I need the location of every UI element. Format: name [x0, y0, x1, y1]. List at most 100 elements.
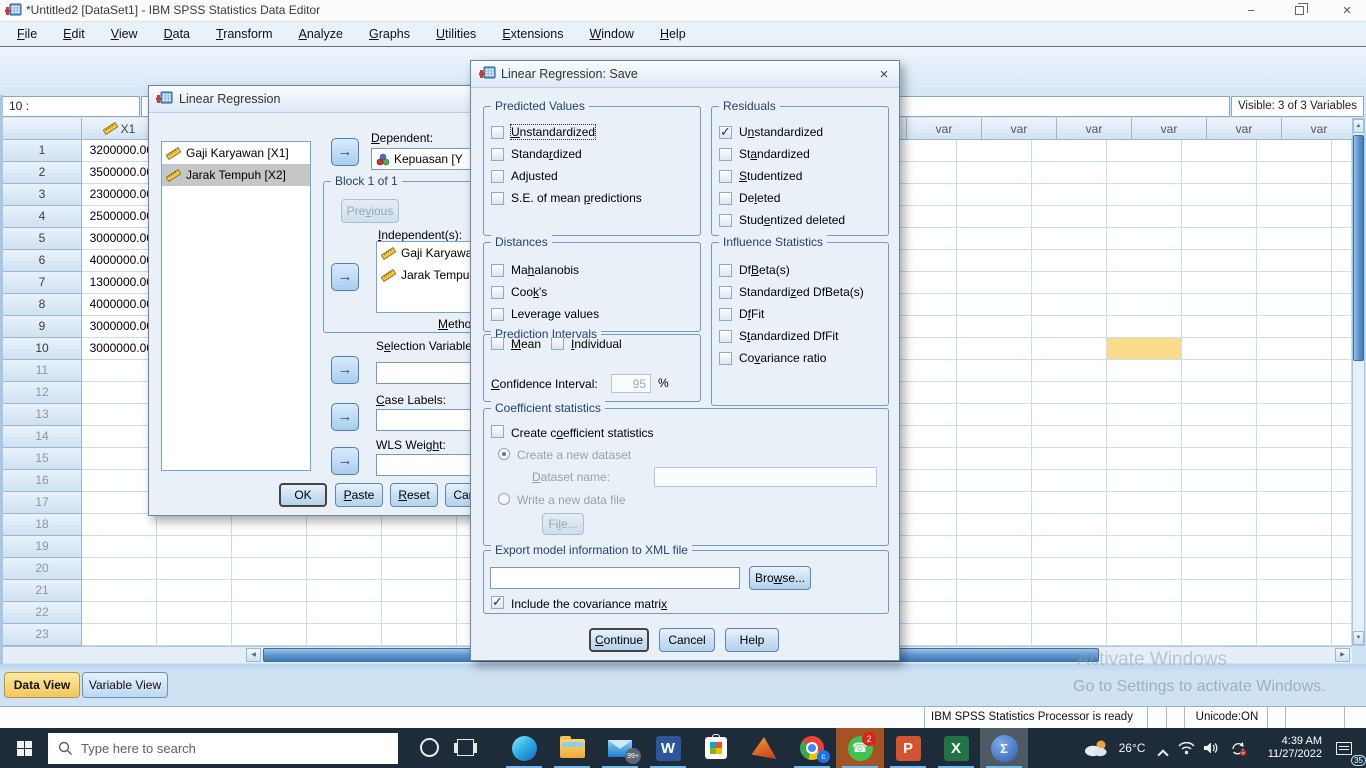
cell-empty[interactable] — [1332, 316, 1352, 338]
cell-empty[interactable] — [1182, 426, 1257, 448]
move-dependent-arrow-button[interactable] — [331, 138, 359, 166]
cell-empty[interactable] — [1107, 272, 1182, 294]
cell-empty[interactable] — [1107, 580, 1182, 602]
vertical-scroll-thumb[interactable] — [1353, 135, 1364, 361]
taskbar-app-edge[interactable] — [500, 728, 548, 768]
cell-empty[interactable] — [232, 602, 307, 624]
cell-empty[interactable] — [1332, 448, 1352, 470]
checkbox[interactable] — [491, 126, 504, 139]
cell-empty[interactable] — [157, 558, 232, 580]
row-header[interactable]: 4 — [3, 206, 82, 228]
tab-data-view[interactable]: Data View — [4, 672, 80, 698]
cell-x1[interactable] — [82, 492, 157, 514]
cell-empty[interactable] — [382, 536, 457, 558]
checkbox[interactable] — [719, 308, 732, 321]
cell-empty[interactable] — [307, 580, 382, 602]
cortana-icon[interactable] — [420, 738, 439, 757]
cell-empty[interactable] — [1332, 272, 1352, 294]
weather-icon[interactable] — [1078, 728, 1114, 768]
cell-x1[interactable]: 4000000.00 — [82, 294, 157, 316]
cell-empty[interactable] — [1107, 492, 1182, 514]
row-header[interactable]: 7 — [3, 272, 82, 294]
row-header[interactable]: 6 — [3, 250, 82, 272]
checkbox[interactable] — [719, 264, 732, 277]
cell-empty[interactable] — [957, 140, 1032, 162]
menu-edit[interactable]: Edit — [50, 24, 98, 44]
checkbox[interactable] — [491, 264, 504, 277]
restore-button[interactable] — [1280, 0, 1318, 22]
menu-view[interactable]: View — [98, 24, 151, 44]
cell-empty[interactable] — [957, 316, 1032, 338]
cell-empty[interactable] — [1332, 162, 1352, 184]
cell-empty[interactable] — [1107, 602, 1182, 624]
row-header[interactable]: 23 — [3, 624, 82, 646]
highlighted-cell[interactable] — [1107, 338, 1182, 360]
column-header-var[interactable]: var — [1282, 118, 1357, 140]
cell-empty[interactable] — [232, 580, 307, 602]
checkbox[interactable] — [491, 308, 504, 321]
menu-data[interactable]: Data — [151, 24, 203, 44]
cell-x1[interactable] — [82, 404, 157, 426]
dataset-name-input[interactable] — [654, 467, 877, 487]
cell-empty[interactable] — [957, 448, 1032, 470]
cell-empty[interactable] — [1332, 140, 1352, 162]
cell-empty[interactable] — [1332, 580, 1352, 602]
cell-empty[interactable] — [1107, 360, 1182, 382]
cell-empty[interactable] — [1257, 360, 1332, 382]
cell-x1[interactable] — [82, 536, 157, 558]
cell-empty[interactable] — [1107, 140, 1182, 162]
start-button[interactable] — [0, 728, 48, 768]
cell-empty[interactable] — [1032, 272, 1107, 294]
cell-x1[interactable] — [82, 426, 157, 448]
cell-empty[interactable] — [382, 624, 457, 646]
cell-x1[interactable] — [82, 514, 157, 536]
column-header-x1[interactable]: X1 — [82, 118, 157, 140]
cell-empty[interactable] — [1032, 448, 1107, 470]
minimize-button[interactable] — [1232, 0, 1270, 22]
cell-empty[interactable] — [1107, 316, 1182, 338]
cell-empty[interactable] — [1257, 272, 1332, 294]
cell-empty[interactable] — [1032, 360, 1107, 382]
cell-x1[interactable] — [82, 360, 157, 382]
cell-empty[interactable] — [957, 294, 1032, 316]
cell-empty[interactable] — [957, 426, 1032, 448]
cell-empty[interactable] — [1182, 558, 1257, 580]
checkbox[interactable] — [719, 148, 732, 161]
row-header[interactable]: 1 — [3, 140, 82, 162]
cell-empty[interactable] — [382, 602, 457, 624]
cell-x1[interactable]: 2500000.00 — [82, 206, 157, 228]
menu-analyze[interactable]: Analyze — [286, 24, 356, 44]
cell-empty[interactable] — [957, 228, 1032, 250]
cell-empty[interactable] — [1032, 162, 1107, 184]
cell-empty[interactable] — [1182, 162, 1257, 184]
scroll-left-icon[interactable] — [246, 648, 261, 662]
cell-empty[interactable] — [1032, 228, 1107, 250]
cell-empty[interactable] — [1332, 514, 1352, 536]
taskbar-app-word[interactable]: W — [644, 728, 692, 768]
cell-empty[interactable] — [1032, 316, 1107, 338]
cell-empty[interactable] — [232, 536, 307, 558]
cell-empty[interactable] — [1332, 184, 1352, 206]
menu-transform[interactable]: Transform — [203, 24, 286, 44]
cell-empty[interactable] — [1182, 228, 1257, 250]
cell-empty[interactable] — [957, 338, 1032, 360]
cell-empty[interactable] — [1107, 514, 1182, 536]
cell-x1[interactable] — [82, 602, 157, 624]
checkbox[interactable] — [491, 170, 504, 183]
checkbox[interactable] — [491, 286, 504, 299]
move-selection-arrow-button[interactable] — [331, 356, 359, 384]
cell-empty[interactable] — [1107, 426, 1182, 448]
cell-empty[interactable] — [1332, 602, 1352, 624]
taskbar-app-excel[interactable]: X — [932, 728, 980, 768]
clock[interactable]: 4:39 AM 11/27/2022 — [1254, 728, 1322, 768]
tab-variable-view[interactable]: Variable View — [82, 672, 168, 698]
cell-x1[interactable] — [82, 382, 157, 404]
cell-empty[interactable] — [1032, 470, 1107, 492]
cell-empty[interactable] — [1182, 206, 1257, 228]
create-dataset-radio[interactable] — [498, 448, 510, 460]
grid-corner-cell[interactable] — [3, 118, 82, 140]
volume-icon[interactable] — [1198, 728, 1224, 768]
cell-empty[interactable] — [1107, 382, 1182, 404]
cell-empty[interactable] — [1257, 624, 1332, 646]
vertical-scrollbar[interactable] — [1352, 118, 1365, 646]
